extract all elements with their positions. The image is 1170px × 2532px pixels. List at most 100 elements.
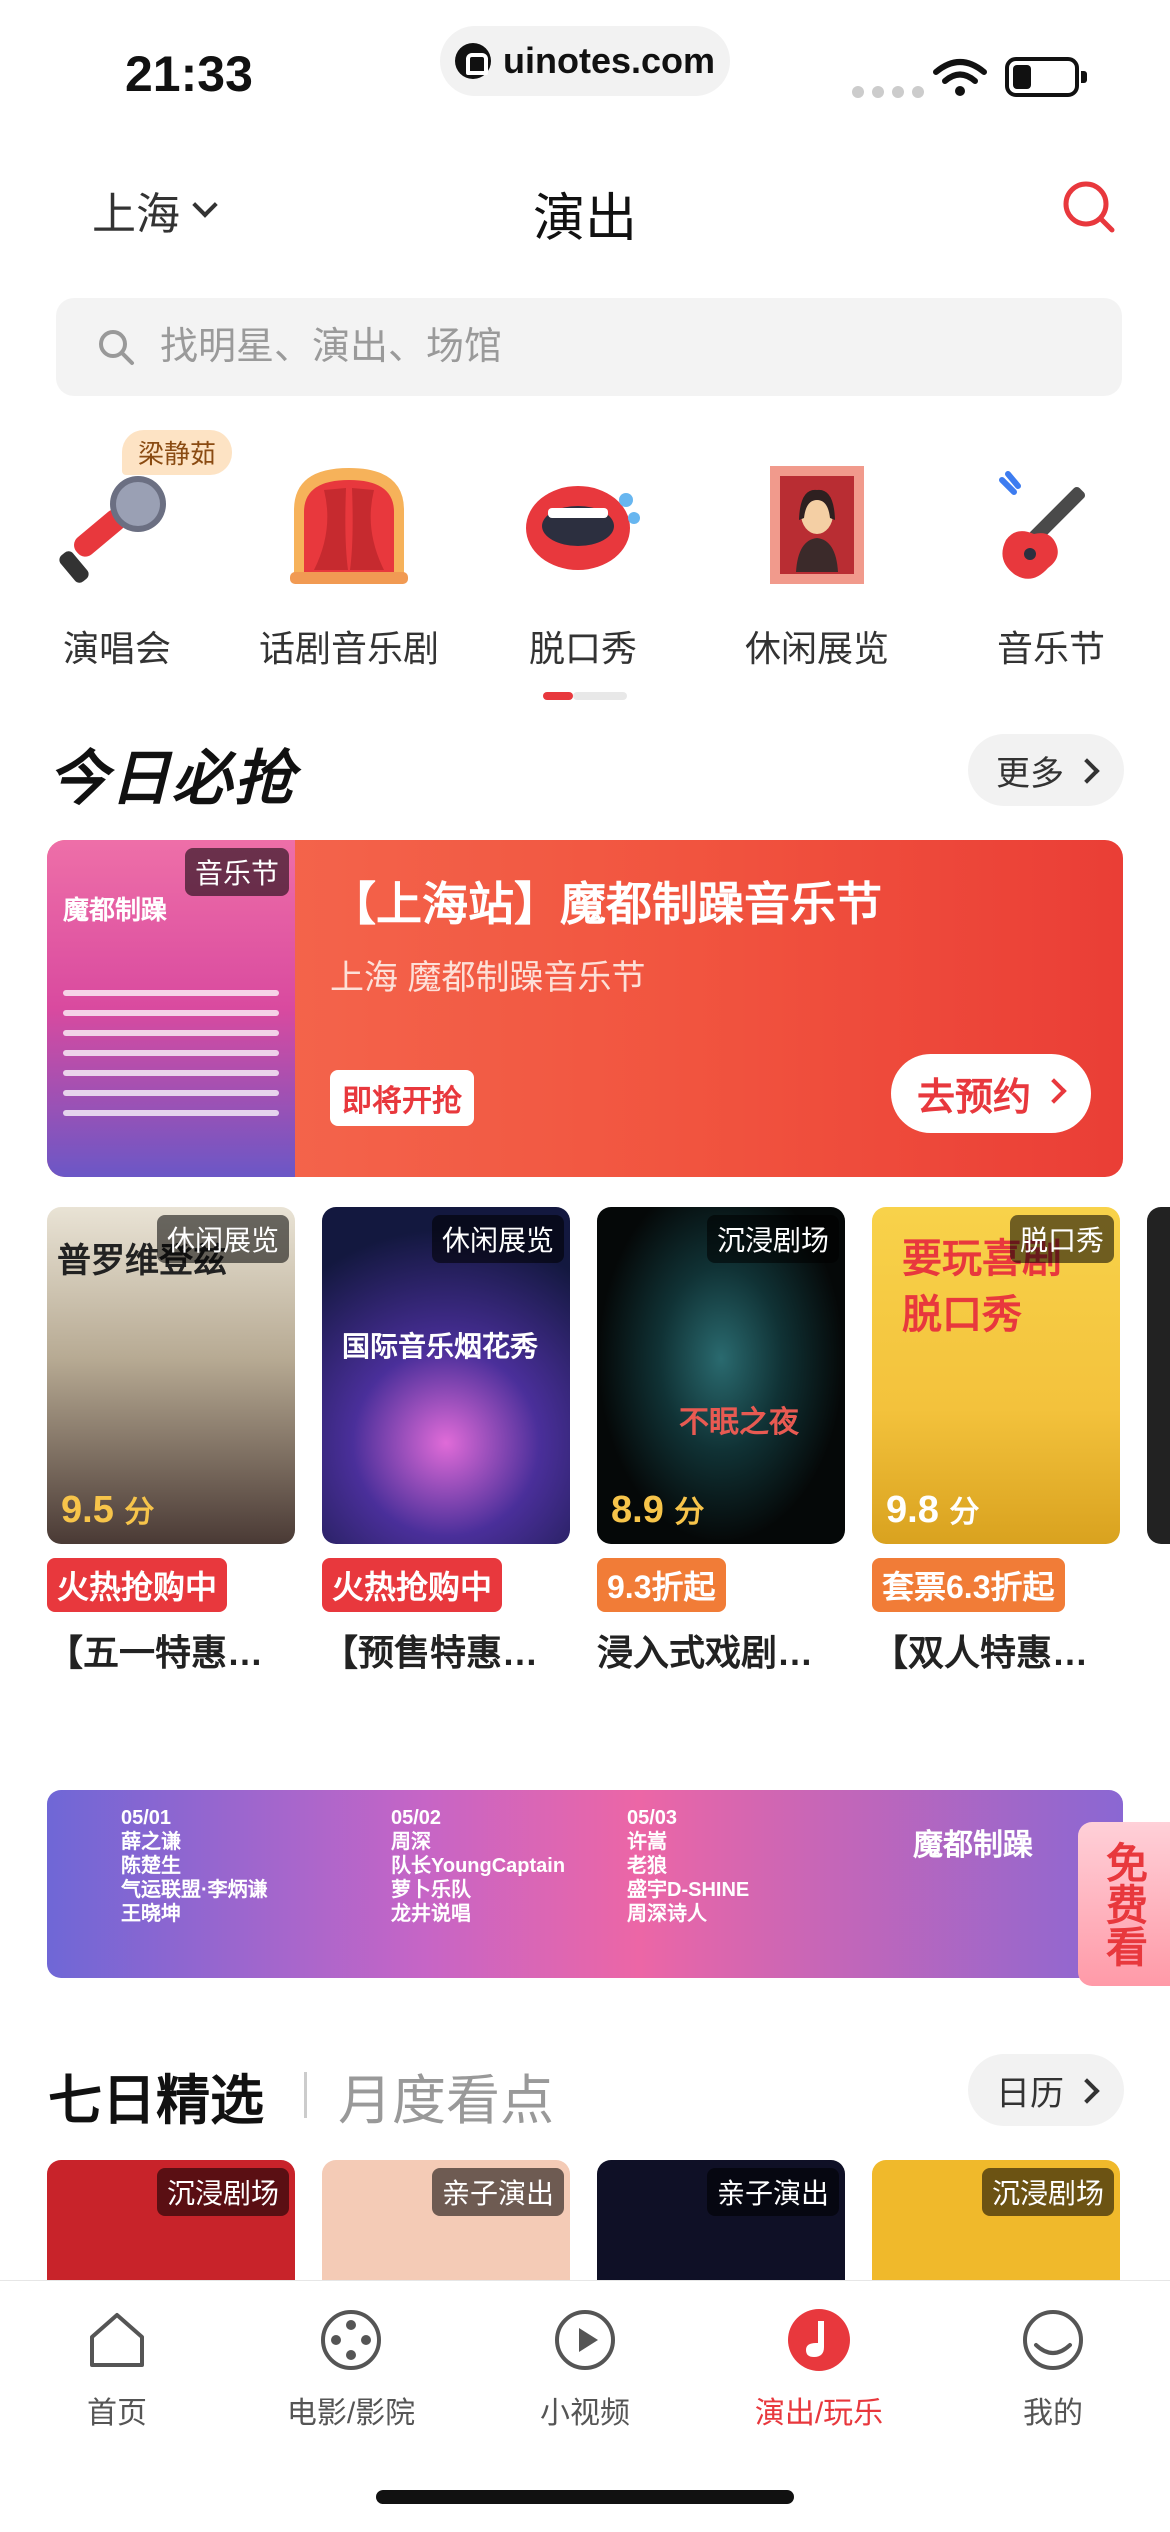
poster-lineup — [63, 990, 279, 1130]
lineup-column: 05/01 薛之谦 陈楚生 气运联盟·李炳谦 王晓坤 — [121, 1807, 268, 1925]
portrait-frame-icon — [770, 466, 864, 584]
category-drama-musical[interactable]: 话剧音乐剧 — [234, 430, 464, 670]
show-card[interactable]: 普罗维登兹 休闲展览 9.5 分 火热抢购中 【五一特惠】沉浸式剧场… — [47, 1207, 295, 1680]
show-card[interactable]: 要玩喜剧 脱口秀 脱口秀 9.8 分 套票6.3折起 【双人特惠】要玩喜剧爆… — [872, 1207, 1120, 1680]
category-label: 休闲展览 — [744, 628, 889, 669]
featured-poster: 魔都制躁 音乐节 — [47, 840, 295, 1177]
url-text: uinotes.com — [502, 40, 716, 81]
page-title: 演出 — [532, 190, 637, 248]
card-title: 【五一特惠】沉浸式剧场… — [47, 1632, 295, 1673]
search-bar[interactable] — [56, 298, 1122, 396]
weekly-card[interactable]: 亲子演出 — [322, 2160, 570, 2280]
category-page-indicator — [543, 692, 627, 700]
tab-profile[interactable]: 我的 — [936, 2307, 1170, 2432]
lock-icon — [454, 43, 491, 79]
rating: 9.5 分 — [61, 1489, 155, 1531]
search-icon[interactable] — [1060, 178, 1116, 234]
tab-short-video[interactable]: 小视频 — [468, 2307, 702, 2432]
tab-label: 我的 — [1023, 2397, 1083, 2430]
card-title: 浸入式戏剧《不眠之夜… — [597, 1632, 845, 1673]
weekly-cards: 沉浸剧场 亲子演出 亲子演出 沉浸剧场 — [47, 2160, 1170, 2280]
category-talk-show[interactable]: 脱口秀 — [468, 430, 698, 670]
status-time: 21:33 — [125, 46, 253, 102]
festival-logo: 魔都制躁 — [913, 1829, 1033, 1862]
card-poster: 要玩喜剧 脱口秀 脱口秀 9.8 分 — [872, 1207, 1120, 1544]
card-poster: 国际音乐烟花秀 休闲展览 — [322, 1207, 570, 1544]
rating: 8.9 分 — [611, 1489, 705, 1531]
film-reel-icon — [321, 2310, 381, 2370]
today-cards: 普罗维登兹 休闲展览 9.5 分 火热抢购中 【五一特惠】沉浸式剧场… 国际音乐… — [47, 1207, 1170, 1727]
category-concert[interactable]: 梁静茹 演唱会 — [2, 430, 232, 670]
search-input[interactable] — [160, 325, 1060, 369]
calendar-button[interactable]: 日历 — [968, 2054, 1124, 2126]
promo-banner[interactable]: 05/01 薛之谦 陈楚生 气运联盟·李炳谦 王晓坤 05/02 周深 队长Yo… — [47, 1790, 1123, 1978]
show-card[interactable]: 国际音乐烟花秀 休闲展览 火热抢购中 【预售特惠】2023上海金… — [322, 1207, 570, 1680]
rating: 9.8 分 — [886, 1489, 980, 1531]
weekly-card[interactable]: 沉浸剧场 — [872, 2160, 1120, 2280]
show-card[interactable]: 不眠之夜 沉浸剧场 8.9 分 9.3折起 浸入式戏剧《不眠之夜… — [597, 1207, 845, 1680]
reserve-button[interactable]: 去预约 — [890, 1054, 1091, 1133]
tab-label: 演出/玩乐 — [754, 2397, 884, 2430]
music-note-icon — [788, 2309, 850, 2371]
promo-badge: 火热抢购中 — [322, 1558, 503, 1612]
play-icon — [555, 2310, 615, 2370]
poster-title: 魔都制躁 — [63, 895, 168, 925]
home-icon — [90, 2313, 144, 2367]
url-pill[interactable]: uinotes.com — [440, 26, 730, 96]
search-icon — [99, 330, 134, 365]
promo-badge: 9.3折起 — [597, 1558, 726, 1612]
promo-badge: 套票6.3折起 — [872, 1558, 1065, 1612]
lineup-column: 05/03 许嵩 老狼 盛宇D-SHINE 周深诗人 — [627, 1807, 750, 1925]
divider — [304, 2072, 307, 2118]
tab-movies[interactable]: 电影/影院 — [234, 2307, 468, 2432]
category-exhibition[interactable]: 休闲展览 — [702, 430, 932, 670]
category-tag: 沉浸剧场 — [981, 2168, 1114, 2216]
tab-label: 首页 — [87, 2397, 147, 2430]
tab-home[interactable]: 首页 — [0, 2307, 234, 2432]
signal-icon — [852, 86, 924, 98]
home-indicator — [376, 2490, 794, 2504]
guitar-icon — [999, 471, 1086, 579]
card-title: 【预售特惠】2023上海金… — [322, 1632, 570, 1673]
category-tag: 休闲展览 — [156, 1215, 289, 1263]
category-tag: 休闲展览 — [431, 1215, 564, 1263]
category-tag: 亲子演出 — [706, 2168, 839, 2216]
featured-banner[interactable]: 魔都制躁 音乐节 【上海站】魔都制躁音乐节 上海 魔都制躁音乐节 即将开抢 去预… — [47, 840, 1123, 1177]
microphone-icon — [59, 476, 166, 583]
battery-icon — [1005, 57, 1087, 97]
top-nav: 上海 演出 — [0, 160, 1170, 260]
category-tag: 梁静茹 — [122, 430, 232, 475]
weekly-card[interactable]: 沉浸剧场 — [47, 2160, 295, 2280]
card-title: 【双人特惠】要玩喜剧爆… — [872, 1632, 1120, 1673]
featured-title: 【上海站】魔都制躁音乐节 — [330, 878, 882, 930]
mouth-icon — [526, 486, 640, 570]
category-tag: 脱口秀 — [1009, 1215, 1114, 1263]
free-watch-button[interactable]: 免费看 — [1078, 1822, 1170, 1986]
card-poster: 不眠之夜 沉浸剧场 8.9 分 — [597, 1207, 845, 1544]
card-poster — [1147, 1207, 1170, 1544]
poster-text: 国际音乐烟花秀 — [342, 1331, 539, 1362]
tab-shows[interactable]: 演出/玩乐 — [702, 2307, 936, 2432]
category-tag: 沉浸剧场 — [156, 2168, 289, 2216]
category-label: 话剧音乐剧 — [258, 628, 439, 669]
coming-soon-badge: 即将开抢 — [330, 1070, 474, 1126]
featured-subtitle: 上海 魔都制躁音乐节 — [330, 959, 646, 997]
category-tag: 沉浸剧场 — [706, 1215, 839, 1263]
today-title: 今日必抢 — [48, 745, 296, 812]
tab-monthly[interactable]: 月度看点 — [338, 2056, 554, 2135]
category-music-festival[interactable]: 音乐节 — [936, 430, 1166, 670]
more-button[interactable]: 更多 — [968, 734, 1124, 806]
weekly-card[interactable]: 亲子演出 — [597, 2160, 845, 2280]
category-label: 演唱会 — [62, 628, 171, 669]
category-label: 脱口秀 — [528, 628, 637, 669]
wifi-icon — [933, 59, 987, 96]
show-card-partial[interactable] — [1147, 1207, 1170, 1544]
card-poster: 普罗维登兹 休闲展览 9.5 分 — [47, 1207, 295, 1544]
category-tag: 音乐节 — [184, 848, 289, 896]
tab-label: 电影/影院 — [286, 2397, 416, 2430]
status-bar: 21:33 uinotes.com — [0, 0, 1170, 140]
category-tag: 亲子演出 — [431, 2168, 564, 2216]
poster-text: 不眠之夜 — [679, 1406, 799, 1439]
tab-weekly[interactable]: 七日精选 — [48, 2056, 264, 2135]
category-label: 音乐节 — [996, 628, 1105, 669]
